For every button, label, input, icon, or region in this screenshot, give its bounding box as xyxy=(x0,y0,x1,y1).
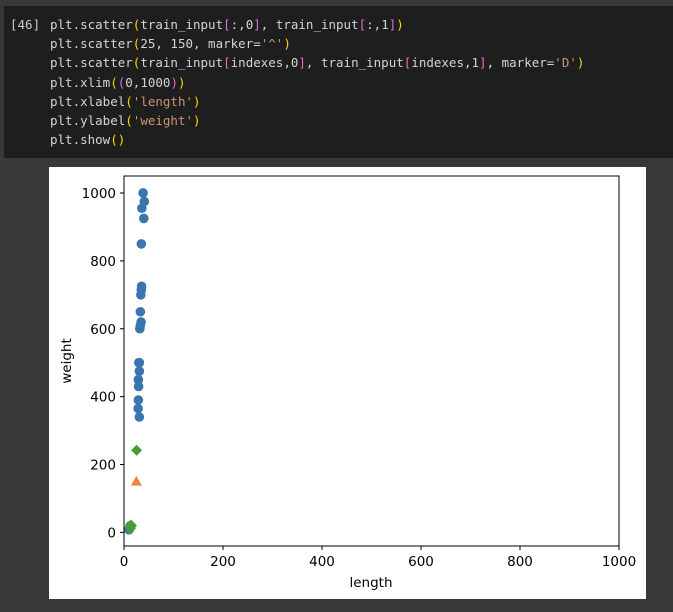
code-token: ] xyxy=(479,55,487,71)
code-token: plt.show xyxy=(50,132,111,148)
scatter-point-circle xyxy=(138,188,148,198)
code-token: .scatter xyxy=(72,17,133,32)
code-token: ( xyxy=(125,93,133,109)
x-tick-label: 400 xyxy=(309,554,335,570)
code-cell[interactable]: [46] plt.scatter(train_input[:,0], train… xyxy=(4,6,673,158)
code-token: plt.ylabel xyxy=(50,112,126,128)
scatter-plot: 0 200 400 600 800 1000 0 200 400 600 800 1000 lengt… xyxy=(59,175,636,591)
code-token: 'weight' xyxy=(132,112,194,128)
scatter-point-circle xyxy=(135,323,145,334)
execution-count: [46] xyxy=(10,17,41,32)
code-token: ) xyxy=(193,112,201,128)
scatter-point-circle xyxy=(134,357,144,368)
code-token: plt.xlim xyxy=(50,74,111,90)
code-token: 25, 150, marker= xyxy=(140,36,261,52)
code-token: ) xyxy=(177,74,186,90)
scatter-point-circle xyxy=(133,403,143,414)
code-token: plt.scatter xyxy=(50,55,133,71)
code-token: 'D' xyxy=(554,55,577,71)
scatter-point-circle xyxy=(136,290,146,300)
code-line: plt.xlim((0,1000)) xyxy=(50,73,584,92)
x-axis-label: length xyxy=(349,575,392,591)
scatter-point-circle xyxy=(137,203,147,214)
code-line: plt.scatter(25, 150, marker='^') xyxy=(50,34,584,53)
y-tick-label: 200 xyxy=(90,458,116,474)
code-token: ( xyxy=(110,74,118,90)
y-tick-label: 800 xyxy=(90,254,116,270)
code-token: ] xyxy=(298,55,306,71)
code-line: plt.show() xyxy=(50,130,584,149)
code-token: ) xyxy=(193,93,201,109)
scatter-point-circle xyxy=(133,381,144,392)
code-token: 0,1000 xyxy=(125,74,171,90)
scatter-point-circle xyxy=(139,213,149,224)
code-token: :,1 xyxy=(366,17,389,32)
code-token: :,0 xyxy=(230,17,254,32)
code-token: ) xyxy=(396,17,404,32)
code-token: '^' xyxy=(260,36,284,52)
code-token: plt.xlabel xyxy=(50,93,126,109)
x-tick-label: 800 xyxy=(507,554,533,570)
scatter-point-circle xyxy=(136,239,147,249)
y-axis-label: weight xyxy=(59,338,75,384)
x-tick-label: 200 xyxy=(210,554,236,570)
code-token: plt xyxy=(50,17,73,32)
scatter-point-circle xyxy=(134,412,145,422)
code-line: plt.scatter(train_input[indexes,0], trai… xyxy=(50,53,584,72)
code-token: () xyxy=(110,132,126,148)
x-tick-label: 0 xyxy=(120,554,129,570)
plot-area-background xyxy=(124,176,619,546)
code-line: plt.scatter(train_input[:,0], train_inpu… xyxy=(50,15,584,34)
code-token: ) xyxy=(283,36,291,52)
code-token: 'length' xyxy=(132,93,194,109)
code-token: , train_input xyxy=(260,17,359,32)
code-line: plt.xlabel('length') xyxy=(50,92,584,111)
y-tick-label: 600 xyxy=(90,322,116,338)
y-tick-label: 400 xyxy=(90,390,116,406)
plot-figure: 0 200 400 600 800 1000 0 200 400 600 800 1000 lengt… xyxy=(49,167,646,599)
code-token: [ xyxy=(223,17,231,32)
code-token: ) xyxy=(170,74,178,90)
code-token: ( xyxy=(125,112,133,128)
code-token: , marker= xyxy=(486,55,555,71)
y-tick-label: 1000 xyxy=(82,186,116,202)
code-editor[interactable]: plt.scatter(train_input[:,0], train_inpu… xyxy=(50,15,584,149)
x-tick-label: 1000 xyxy=(602,554,636,570)
scatter-point-circle xyxy=(135,306,146,317)
x-tick-label: 600 xyxy=(408,554,434,570)
code-token: [ xyxy=(223,55,231,71)
code-token: indexes,0 xyxy=(230,55,299,71)
code-token: [ xyxy=(358,17,367,32)
code-token: indexes,1 xyxy=(411,55,480,71)
scatter-point-circle xyxy=(134,366,145,376)
code-token: train_input xyxy=(140,17,224,32)
code-token: ] xyxy=(253,17,261,32)
code-token: ) xyxy=(576,55,585,71)
notebook-screen: [46] plt.scatter(train_input[:,0], train… xyxy=(0,0,673,612)
scatter-point-circle xyxy=(133,395,144,405)
code-token: train_input xyxy=(140,55,224,71)
code-line: plt.ylabel('weight') xyxy=(50,111,584,130)
code-token: plt.scatter xyxy=(50,36,133,52)
code-token: , train_input xyxy=(305,55,404,71)
y-tick-label: 0 xyxy=(107,525,116,541)
